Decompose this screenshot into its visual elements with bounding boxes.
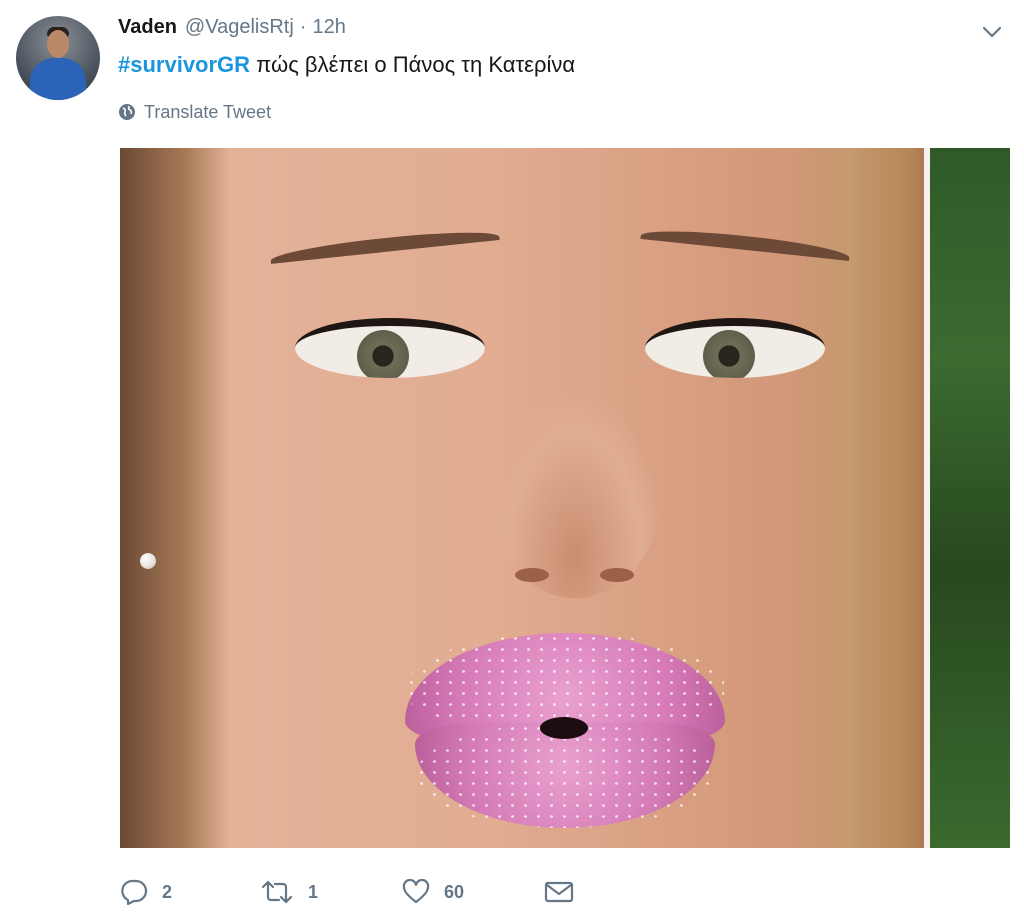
tweet-actions: 2 1 60 (120, 874, 588, 910)
tweet-photo[interactable] (120, 148, 1010, 848)
photo-hair-left (120, 148, 230, 848)
avatar[interactable] (16, 16, 100, 100)
translate-label: Translate Tweet (144, 101, 272, 122)
hashtag-link[interactable]: #survivorGR (118, 52, 250, 77)
timestamp[interactable]: 12h (312, 16, 345, 39)
header-separator: · (299, 16, 307, 38)
photo-left-eyebrow (269, 226, 501, 272)
reply-count: 2 (162, 881, 173, 902)
like-button[interactable]: 60 (402, 879, 544, 905)
retweet-icon (261, 880, 293, 904)
photo-lip-opening (540, 717, 588, 739)
envelope-icon (544, 881, 574, 903)
tweet-card[interactable]: Vaden @VagelisRtj · 12h #survivorGR πώς … (0, 0, 1024, 913)
chevron-down-icon[interactable] (980, 20, 1004, 44)
like-count: 60 (444, 881, 465, 902)
retweet-button[interactable]: 1 (260, 879, 402, 905)
photo-nostril-right (600, 568, 634, 582)
tweet-body: πώς βλέπει ο Πάνος τη Κατερίνα (250, 52, 576, 77)
avatar-body (30, 58, 86, 100)
reply-icon (121, 879, 148, 905)
photo-earring (140, 553, 156, 569)
photo-pink-lips (405, 633, 725, 833)
photo-nostril-left (515, 568, 549, 582)
reply-button[interactable]: 2 (120, 879, 260, 905)
translate-tweet-link[interactable]: Translate Tweet (118, 100, 271, 124)
direct-message-button[interactable] (544, 880, 588, 904)
photo-left-eye (295, 318, 485, 378)
heart-icon (402, 879, 430, 904)
photo-foliage (930, 148, 1010, 848)
tweet-header: Vaden @VagelisRtj · 12h (118, 16, 346, 42)
photo-right-eye (645, 318, 825, 378)
globe-icon (119, 104, 135, 120)
photo-nose (490, 398, 660, 598)
author-name[interactable]: Vaden (118, 16, 177, 39)
tweet-text: #survivorGR πώς βλέπει ο Πάνος τη Κατερί… (118, 50, 575, 80)
author-handle[interactable]: @VagelisRtj (185, 16, 294, 39)
avatar-head (47, 30, 69, 58)
retweet-count: 1 (308, 881, 319, 902)
